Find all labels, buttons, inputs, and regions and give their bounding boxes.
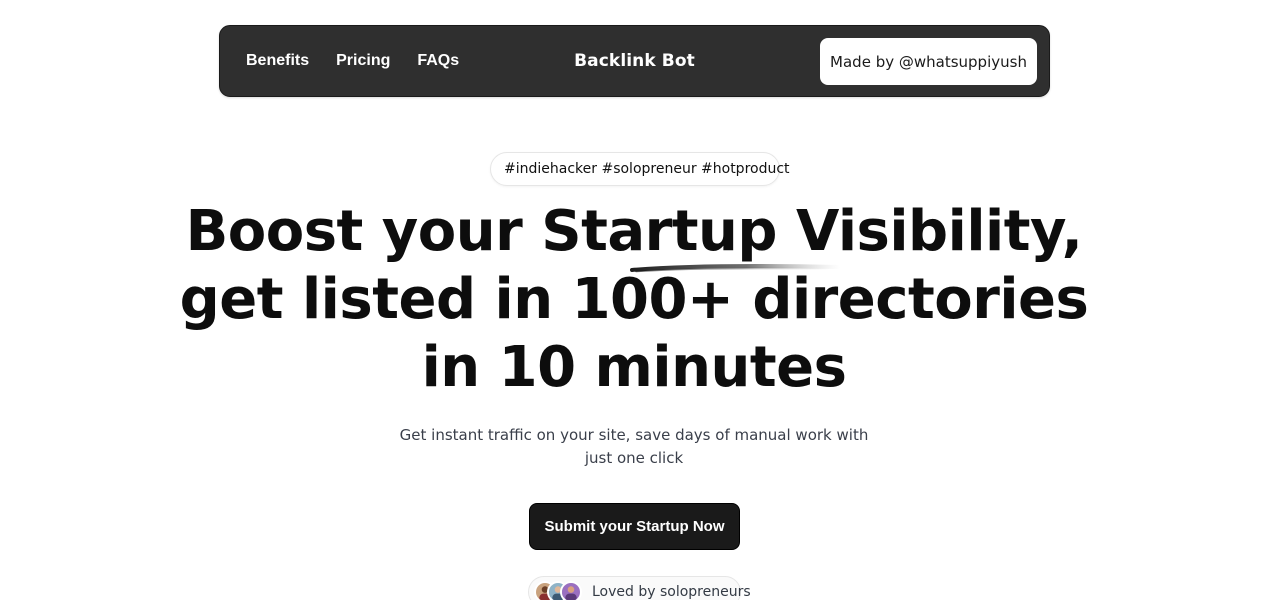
- nav-links: Benefits Pricing FAQs: [246, 26, 459, 96]
- nav-link-pricing[interactable]: Pricing: [336, 52, 390, 70]
- submit-startup-button[interactable]: Submit your Startup Now: [529, 503, 740, 550]
- headline-line-3: in 10 minutes: [421, 335, 847, 400]
- avatar-stack: [534, 581, 582, 600]
- brush-underline-decoration: [630, 264, 842, 273]
- avatar: [560, 581, 582, 600]
- social-proof-pill: Loved by solopreneurs: [528, 576, 751, 600]
- subtitle-line-2: just one click: [584, 449, 684, 467]
- hero-headline: Boost your Startup Visibility, get liste…: [134, 198, 1134, 402]
- nav-link-benefits[interactable]: Benefits: [246, 52, 309, 70]
- subtitle-line-1: Get instant traffic on your site, save d…: [399, 426, 869, 444]
- made-by-button[interactable]: Made by @whatsuppiyush: [820, 38, 1037, 85]
- landing-page: Benefits Pricing FAQs Backlink Bot Made …: [0, 0, 1269, 600]
- headline-line-1: Boost your Startup Visibility,: [185, 199, 1083, 264]
- social-proof-text: Loved by solopreneurs: [592, 584, 751, 600]
- navbar: Benefits Pricing FAQs Backlink Bot Made …: [219, 25, 1050, 97]
- hero-subtitle: Get instant traffic on your site, save d…: [384, 424, 884, 470]
- hashtag-pill: #indiehacker #solopreneur #hotproduct: [490, 152, 790, 186]
- headline-line-2: get listed in 100+ directories: [179, 267, 1089, 332]
- hashtag-text: #indiehacker #solopreneur #hotproduct: [504, 161, 790, 177]
- nav-link-faqs[interactable]: FAQs: [417, 52, 459, 70]
